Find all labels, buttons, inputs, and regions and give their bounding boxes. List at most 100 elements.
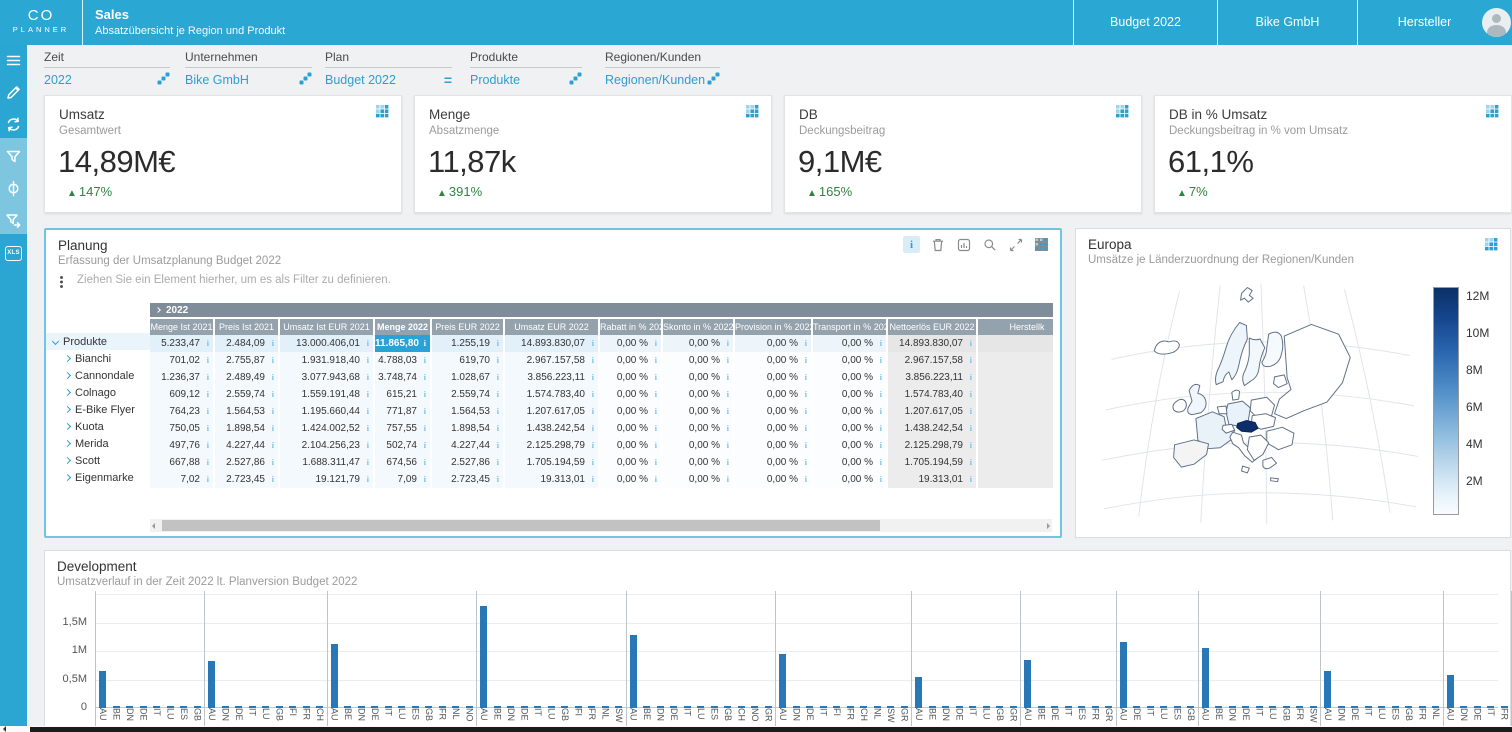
row-label-produkte[interactable]: Produkte (46, 333, 150, 350)
hierarchy-icon[interactable] (299, 72, 312, 88)
cell-menge-ist-2021[interactable]: 497,76i (150, 437, 213, 454)
cell-info-icon[interactable]: i (497, 369, 499, 386)
cell-info-icon[interactable]: i (880, 454, 882, 471)
cell-preis-eur-2022[interactable]: 2.559,74i (432, 386, 503, 403)
filter-value[interactable]: 2022 (44, 73, 72, 87)
cell-info-icon[interactable]: i (367, 420, 369, 437)
cell-rabatt-in-2022[interactable]: 0,00 %i (600, 471, 661, 488)
cell-info-icon[interactable]: i (592, 335, 594, 352)
filter-apply-icon[interactable] (0, 209, 27, 231)
cell-menge-2022[interactable]: 757,55i (375, 420, 430, 437)
cell-preis-eur-2022[interactable]: 2.723,45i (432, 471, 503, 488)
cell-umsatz-eur-2022[interactable]: 1.207.617,05i (505, 403, 598, 420)
column-header-skonto-in-2022[interactable]: Skonto in % 2022 (663, 319, 733, 335)
cell-transport-in-2022[interactable]: 0,00 %i (813, 454, 886, 471)
cell-menge-2022[interactable]: 11.865,80i (375, 335, 430, 352)
chevron-right-icon[interactable] (64, 457, 71, 464)
row-label-e-bike-flyer[interactable]: E-Bike Flyer (46, 401, 150, 418)
widget-grid-icon[interactable] (1485, 238, 1498, 251)
chevron-right-icon[interactable] (64, 423, 71, 430)
scrollbar-thumb[interactable] (162, 520, 880, 531)
hierarchy-icon[interactable] (569, 72, 582, 88)
cell-info-icon[interactable]: i (367, 471, 369, 488)
cell-info-icon[interactable]: i (497, 437, 499, 454)
cell-preis-eur-2022[interactable]: 1.028,67i (432, 369, 503, 386)
cell-info-icon[interactable]: i (424, 335, 426, 352)
cell-info-icon[interactable]: i (207, 386, 209, 403)
menu-icon[interactable] (0, 49, 27, 71)
topbar-button-budget-2022[interactable]: Budget 2022 (1073, 0, 1217, 45)
cell-info-icon[interactable]: i (207, 403, 209, 420)
column-header-preis-eur-2022[interactable]: Preis EUR 2022 (432, 319, 503, 335)
edit-pencil-icon[interactable] (0, 81, 27, 103)
cell-umsatz-eur-2022[interactable]: 1.574.783,40i (505, 386, 598, 403)
cell-info-icon[interactable]: i (272, 437, 274, 454)
cell-menge-2022[interactable]: 3.748,74i (375, 369, 430, 386)
cell-provision-in-2022[interactable]: 0,00 %i (735, 403, 811, 420)
cell-provision-in-2022[interactable]: 0,00 %i (735, 420, 811, 437)
filter-value-row[interactable]: 2022 (44, 72, 170, 88)
row-label-kuota[interactable]: Kuota (46, 418, 150, 435)
cell-preis-ist-2021[interactable]: 2.484,09i (215, 335, 278, 352)
cell-info-icon[interactable]: i (424, 369, 426, 386)
page-horizontal-scrollbar[interactable] (0, 726, 1512, 732)
row-label-bianchi[interactable]: Bianchi (46, 350, 150, 367)
cell-herstellk[interactable] (978, 420, 1053, 437)
cell-info-icon[interactable]: i (424, 352, 426, 369)
filter-value[interactable]: Bike GmbH (185, 73, 249, 87)
row-label-scott[interactable]: Scott (46, 452, 150, 469)
cell-info-icon[interactable]: i (497, 386, 499, 403)
cell-info-icon[interactable]: i (367, 437, 369, 454)
cell-info-icon[interactable]: i (880, 437, 882, 454)
cell-info-icon[interactable]: i (655, 454, 657, 471)
cell-nettoerl-s-eur-2022[interactable]: 2.125.298,79i (888, 437, 976, 454)
cell-info-icon[interactable]: i (367, 386, 369, 403)
cell-info-icon[interactable]: i (424, 471, 426, 488)
cell-info-icon[interactable]: i (727, 420, 729, 437)
cell-info-icon[interactable]: i (655, 437, 657, 454)
chevron-right-icon[interactable] (64, 355, 71, 362)
cell-umsatz-ist-eur-2021[interactable]: 1.559.191,48i (280, 386, 373, 403)
cell-preis-eur-2022[interactable]: 1.564,53i (432, 403, 503, 420)
filter-value[interactable]: Produkte (470, 73, 520, 87)
topbar-button-hersteller[interactable]: Hersteller (1357, 0, 1491, 45)
cell-info-icon[interactable]: i (497, 454, 499, 471)
filter-value[interactable]: Regionen/Kunden (605, 73, 705, 87)
column-header-herstellk[interactable]: Herstellk (978, 319, 1053, 335)
bar-au[interactable] (779, 654, 786, 708)
bar-au[interactable] (1202, 648, 1209, 708)
europe-map[interactable] (1094, 281, 1424, 529)
filter-value-row[interactable]: Produkte (470, 72, 582, 88)
cell-info-icon[interactable]: i (424, 386, 426, 403)
cell-info-icon[interactable]: i (880, 335, 882, 352)
cell-preis-ist-2021[interactable]: 2.755,87i (215, 352, 278, 369)
cell-umsatz-ist-eur-2021[interactable]: 1.195.660,44i (280, 403, 373, 420)
cell-info-icon[interactable]: i (805, 352, 807, 369)
column-header-preis-ist-2021[interactable]: Preis Ist 2021 (215, 319, 278, 335)
cell-provision-in-2022[interactable]: 0,00 %i (735, 471, 811, 488)
cell-info-icon[interactable]: i (655, 335, 657, 352)
cell-info-icon[interactable]: i (207, 335, 209, 352)
cell-info-icon[interactable]: i (497, 335, 499, 352)
cell-info-icon[interactable]: i (727, 386, 729, 403)
cell-info-icon[interactable]: i (207, 437, 209, 454)
cell-menge-ist-2021[interactable]: 750,05i (150, 420, 213, 437)
topbar-button-bike-gmbh[interactable]: Bike GmbH (1217, 0, 1357, 45)
cell-nettoerl-s-eur-2022[interactable]: 1.438.242,54i (888, 420, 976, 437)
scroll-left-arrow-icon[interactable] (3, 726, 6, 732)
cell-info-icon[interactable]: i (805, 471, 807, 488)
cell-info-icon[interactable]: i (727, 352, 729, 369)
cell-info-icon[interactable]: i (970, 369, 972, 386)
cell-info-icon[interactable]: i (805, 454, 807, 471)
cell-menge-2022[interactable]: 615,21i (375, 386, 430, 403)
cell-rabatt-in-2022[interactable]: 0,00 %i (600, 386, 661, 403)
cell-info-icon[interactable]: i (805, 403, 807, 420)
cell-info-icon[interactable]: i (207, 369, 209, 386)
cell-rabatt-in-2022[interactable]: 0,00 %i (600, 369, 661, 386)
cell-skonto-in-2022[interactable]: 0,00 %i (663, 386, 733, 403)
cell-rabatt-in-2022[interactable]: 0,00 %i (600, 403, 661, 420)
cell-info-icon[interactable]: i (592, 471, 594, 488)
cell-transport-in-2022[interactable]: 0,00 %i (813, 437, 886, 454)
row-label-colnago[interactable]: Colnago (46, 384, 150, 401)
cell-rabatt-in-2022[interactable]: 0,00 %i (600, 420, 661, 437)
